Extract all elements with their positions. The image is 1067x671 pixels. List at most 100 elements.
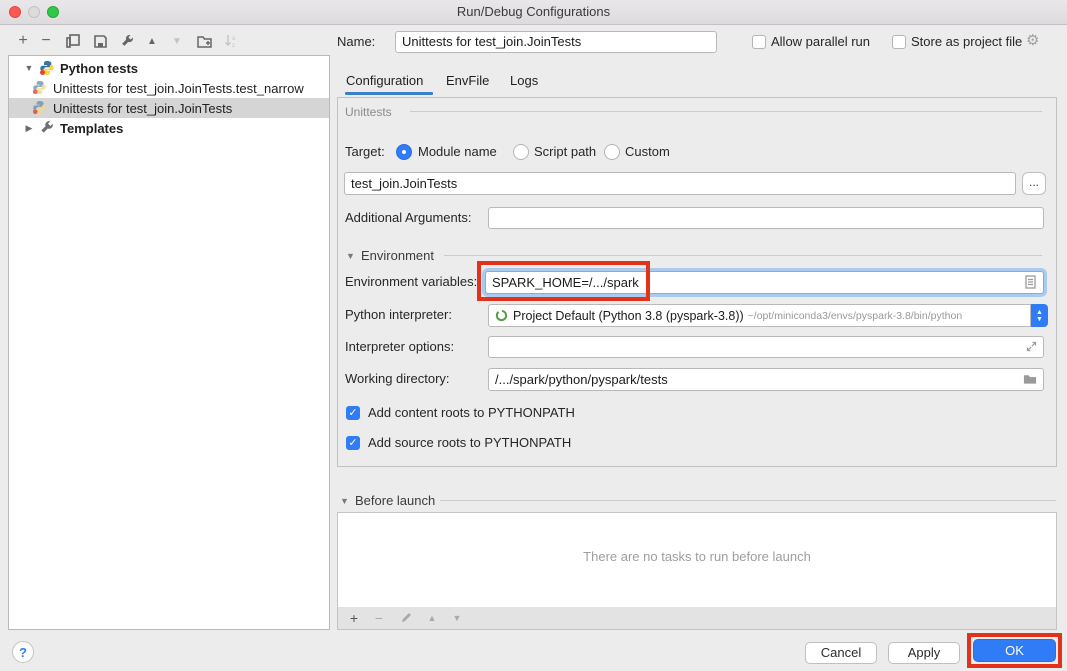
environment-variables-input[interactable]: SPARK_HOME=/.../spark <box>485 271 1044 294</box>
ok-button[interactable]: OK <box>973 639 1056 662</box>
before-launch-collapse-icon[interactable]: ▼ <box>340 496 349 506</box>
tree-item-label: Unittests for test_join.JoinTests.test_n… <box>53 81 304 96</box>
source-roots-label: Add source roots to PYTHONPATH <box>368 435 571 451</box>
before-launch-title: Before launch <box>355 493 435 508</box>
python-test-config-icon <box>32 100 48 116</box>
minus-icon: − <box>375 610 383 626</box>
active-tab-indicator <box>345 92 433 95</box>
arrow-up-icon: ▲ <box>428 613 437 623</box>
copy-configuration-button[interactable] <box>64 32 82 50</box>
before-launch-task-list: There are no tasks to run before launch <box>337 512 1057 608</box>
python-test-config-icon <box>32 80 48 96</box>
additional-arguments-label: Additional Arguments: <box>345 207 471 229</box>
before-launch-toolbar: + − ▲ ▼ <box>337 607 1057 630</box>
svg-text:a: a <box>232 36 236 42</box>
titlebar: Run/Debug Configurations <box>0 0 1067 25</box>
sort-az-icon: az <box>224 34 238 48</box>
source-roots-checkbox[interactable]: ✓ <box>346 436 360 450</box>
environment-section-title: Environment <box>361 248 434 263</box>
chevron-right-icon[interactable]: ▶ <box>23 123 35 134</box>
copy-icon <box>66 34 80 48</box>
store-as-project-file-checkbox[interactable] <box>892 35 906 49</box>
python-interpreter-select[interactable]: Project Default (Python 3.8 (pyspark-3.8… <box>488 304 1031 327</box>
interpreter-path: ~/opt/miniconda3/envs/pyspark-3.8/bin/py… <box>748 310 963 322</box>
configurations-tree: ▼ Python tests Unittests for test_join.J… <box>8 55 330 630</box>
tree-item-label: Templates <box>60 121 123 136</box>
move-up-button[interactable]: ▲ <box>143 32 161 50</box>
arrow-up-icon: ▲ <box>147 36 157 47</box>
radio-module-name[interactable] <box>396 144 412 160</box>
allow-parallel-run-label: Allow parallel run <box>771 34 870 50</box>
plus-icon: + <box>18 32 27 50</box>
content-roots-checkbox[interactable]: ✓ <box>346 406 360 420</box>
run-debug-configurations-dialog: { "window": { "title": "Run/Debug Config… <box>0 0 1067 671</box>
environment-collapse-icon[interactable]: ▼ <box>346 251 355 261</box>
working-directory-label: Working directory: <box>345 368 450 390</box>
browse-module-button[interactable]: ... <box>1022 172 1046 195</box>
interpreter-options-input[interactable] <box>488 336 1044 358</box>
edit-templates-button[interactable] <box>118 32 136 50</box>
module-name-input[interactable]: test_join.JoinTests <box>344 172 1016 195</box>
interpreter-options-label: Interpreter options: <box>345 336 454 358</box>
name-input[interactable]: Unittests for test_join.JoinTests <box>395 31 717 53</box>
move-down-button[interactable]: ▼ <box>168 32 186 50</box>
minus-icon: − <box>41 32 50 50</box>
tree-item-unittests-jointests-selected[interactable]: Unittests for test_join.JoinTests <box>9 98 329 118</box>
tree-item-python-tests[interactable]: ▼ Python tests <box>9 58 329 78</box>
tab-envfile[interactable]: EnvFile <box>446 72 489 90</box>
apply-button[interactable]: Apply <box>888 642 960 664</box>
pencil-icon <box>400 612 412 624</box>
group-divider <box>410 111 1042 112</box>
radio-script-path-label: Script path <box>534 141 596 163</box>
store-as-project-file-label: Store as project file <box>911 34 1022 50</box>
radio-custom[interactable] <box>604 144 620 160</box>
before-launch-empty-text: There are no tasks to run before launch <box>338 549 1056 564</box>
additional-arguments-input[interactable] <box>488 207 1044 229</box>
templates-wrench-icon <box>39 120 55 136</box>
unittests-group-title: Unittests <box>345 105 392 119</box>
tree-item-label: Unittests for test_join.JoinTests <box>53 101 232 116</box>
save-icon <box>94 35 107 48</box>
radio-module-name-label: Module name <box>418 141 497 163</box>
move-task-down-button[interactable]: ▼ <box>449 610 465 626</box>
window-title: Run/Debug Configurations <box>0 4 1067 19</box>
tree-item-unittests-test-narrow[interactable]: Unittests for test_join.JoinTests.test_n… <box>9 78 329 98</box>
expand-icon[interactable] <box>1026 341 1051 352</box>
folder-plus-icon <box>197 35 212 48</box>
arrow-down-icon: ▼ <box>453 613 462 623</box>
python-interpreter-label: Python interpreter: <box>345 304 452 326</box>
name-label: Name: <box>337 31 375 53</box>
environment-variables-label: Environment variables: <box>345 271 477 293</box>
question-mark-icon: ? <box>19 645 27 660</box>
interpreter-value: Project Default (Python 3.8 (pyspark-3.8… <box>513 309 744 323</box>
help-button[interactable]: ? <box>12 641 34 663</box>
create-new-folder-button[interactable] <box>195 32 213 50</box>
interpreter-stepper-icon[interactable]: ▲▼ <box>1031 304 1048 327</box>
add-task-button[interactable]: + <box>346 610 362 626</box>
sort-configurations-button[interactable]: az <box>222 32 240 50</box>
plus-icon: + <box>350 610 358 626</box>
group-divider <box>444 255 1042 256</box>
save-configuration-button[interactable] <box>91 32 109 50</box>
edit-task-button[interactable] <box>398 610 414 626</box>
edit-variables-icon[interactable] <box>1025 275 1051 289</box>
chevron-down-icon[interactable]: ▼ <box>23 63 35 73</box>
target-label: Target: <box>345 141 385 163</box>
tab-configuration[interactable]: Configuration <box>346 72 423 90</box>
wrench-icon <box>120 34 134 48</box>
working-directory-input[interactable]: /.../spark/python/pyspark/tests <box>488 368 1044 391</box>
group-divider <box>440 500 1056 501</box>
content-roots-label: Add content roots to PYTHONPATH <box>368 405 575 421</box>
radio-script-path[interactable] <box>513 144 529 160</box>
remove-configuration-button[interactable]: − <box>37 32 55 50</box>
tree-item-templates[interactable]: ▶ Templates <box>9 118 329 138</box>
cancel-button[interactable]: Cancel <box>805 642 877 664</box>
folder-icon[interactable] <box>1023 373 1051 385</box>
gear-icon[interactable]: ⚙ <box>1026 31 1039 49</box>
move-task-up-button[interactable]: ▲ <box>424 610 440 626</box>
add-configuration-button[interactable]: + <box>14 32 32 50</box>
remove-task-button[interactable]: − <box>371 610 387 626</box>
tab-logs[interactable]: Logs <box>510 72 538 90</box>
allow-parallel-run-checkbox[interactable] <box>752 35 766 49</box>
arrow-down-icon: ▼ <box>172 36 182 47</box>
